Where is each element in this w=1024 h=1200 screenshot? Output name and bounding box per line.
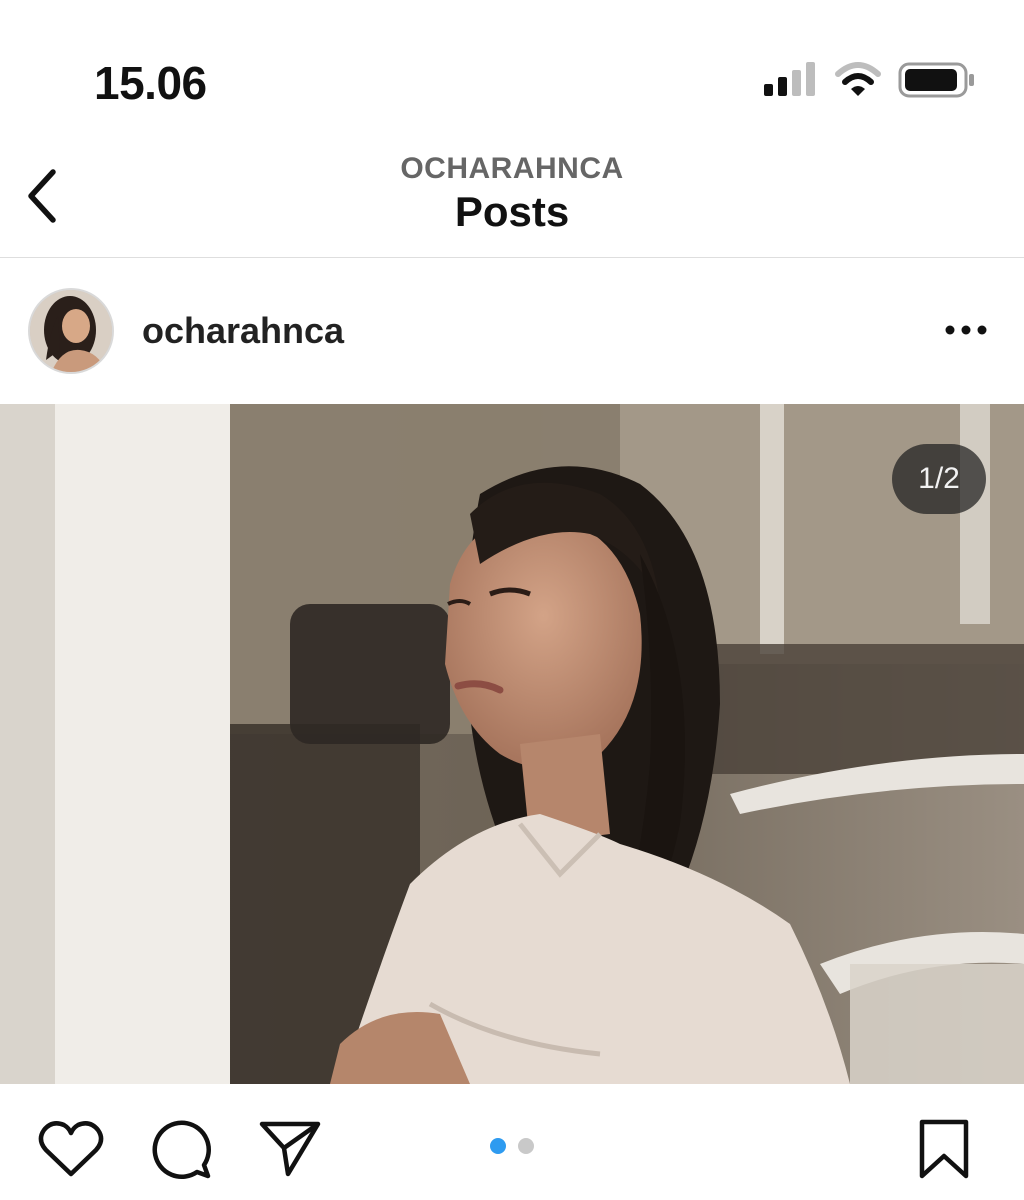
avatar[interactable] — [28, 288, 114, 374]
battery-icon — [898, 62, 974, 98]
header-username: OCHARAHNCA — [400, 152, 624, 185]
wifi-icon — [835, 62, 881, 96]
page-title: Posts — [454, 188, 570, 235]
carousel-dot-active — [490, 1138, 506, 1154]
carousel-dot — [518, 1138, 534, 1154]
post-photo[interactable] — [0, 404, 1024, 1084]
signal-icon — [764, 62, 815, 96]
post-username[interactable]: ocharahnca — [142, 310, 344, 352]
bookmark-icon[interactable] — [916, 1118, 972, 1180]
status-bar: 15.06 — [0, 0, 1024, 140]
more-options-button[interactable] — [936, 308, 996, 352]
comment-icon[interactable] — [150, 1118, 212, 1180]
status-time: 15.06 — [94, 57, 207, 109]
carousel-indicator — [490, 1138, 534, 1154]
photo-counter: 1/2 — [892, 444, 986, 514]
posts-header: OCHARAHNCA Posts — [0, 140, 1024, 258]
more-horizontal-icon — [945, 325, 987, 335]
share-icon[interactable] — [258, 1120, 322, 1178]
post-header: ocharahnca — [0, 258, 1024, 404]
heart-icon[interactable] — [38, 1120, 104, 1178]
